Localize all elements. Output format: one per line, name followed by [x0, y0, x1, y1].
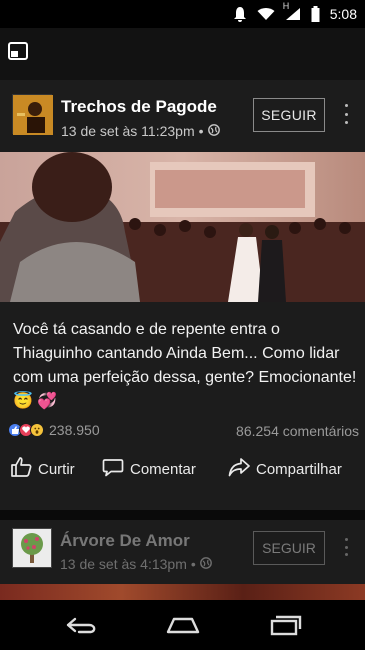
post-media-preview[interactable]: [0, 584, 365, 600]
follow-button[interactable]: SEGUIR: [253, 531, 325, 565]
page-name[interactable]: Árvore De Amor: [60, 531, 190, 551]
post-actions: Curtir Comentar Compartilhar: [0, 452, 365, 492]
page-name[interactable]: Trechos de Pagode: [61, 97, 217, 117]
alarm-icon: [233, 6, 247, 22]
wow-reaction-icon: [30, 423, 44, 437]
feed-divider: [0, 510, 365, 520]
share-arrow-icon: [228, 456, 250, 482]
like-label: Curtir: [38, 460, 75, 478]
network-type-label: H: [282, 1, 290, 11]
back-icon[interactable]: [62, 612, 102, 638]
post-timestamp[interactable]: 13 de set às 11:23pm: [61, 123, 195, 139]
reactions-summary[interactable]: 238.950: [8, 422, 100, 438]
like-button[interactable]: Curtir: [10, 456, 75, 482]
top-bar: [0, 28, 365, 80]
post-meta: 13 de set às 4:13pm •: [60, 556, 212, 572]
comment-bubble-icon: [102, 456, 124, 482]
post-meta: 13 de set às 11:23pm •: [61, 123, 220, 139]
reaction-count: 238.950: [49, 422, 100, 438]
video-player[interactable]: [0, 152, 365, 302]
post-card: Árvore De Amor 13 de set às 4:13pm • SEG…: [0, 520, 365, 600]
share-button[interactable]: Compartilhar: [228, 456, 342, 482]
wifi-icon: [257, 7, 275, 21]
more-options-icon[interactable]: [343, 538, 349, 556]
comment-count[interactable]: 86.254 comentários: [236, 423, 359, 439]
page-avatar[interactable]: [12, 94, 53, 135]
globe-icon: [199, 556, 212, 572]
post-card: Trechos de Pagode 13 de set às 11:23pm •…: [0, 80, 365, 510]
more-options-icon[interactable]: [343, 104, 349, 124]
picture-in-picture-icon[interactable]: [8, 42, 28, 60]
meta-separator: •: [190, 556, 196, 572]
post-timestamp[interactable]: 13 de set às 4:13pm: [60, 556, 187, 572]
globe-icon: [207, 123, 220, 139]
status-time: 5:08: [329, 6, 357, 22]
comment-button[interactable]: Comentar: [102, 456, 196, 482]
follow-button[interactable]: SEGUIR: [253, 98, 325, 132]
comment-label: Comentar: [130, 460, 196, 478]
thumbs-up-icon: [10, 456, 32, 482]
home-icon[interactable]: [163, 612, 203, 638]
share-label: Compartilhar: [256, 460, 342, 478]
system-nav-bar: [0, 600, 365, 650]
post-caption: Você tá casando e de repente entra o Thi…: [13, 321, 357, 410]
signal-icon: H: [283, 1, 301, 21]
battery-icon: [311, 6, 320, 22]
recent-apps-icon[interactable]: [265, 612, 305, 638]
page-avatar[interactable]: [12, 528, 52, 568]
status-bar: H 5:08: [0, 0, 365, 28]
meta-separator: •: [198, 123, 204, 139]
